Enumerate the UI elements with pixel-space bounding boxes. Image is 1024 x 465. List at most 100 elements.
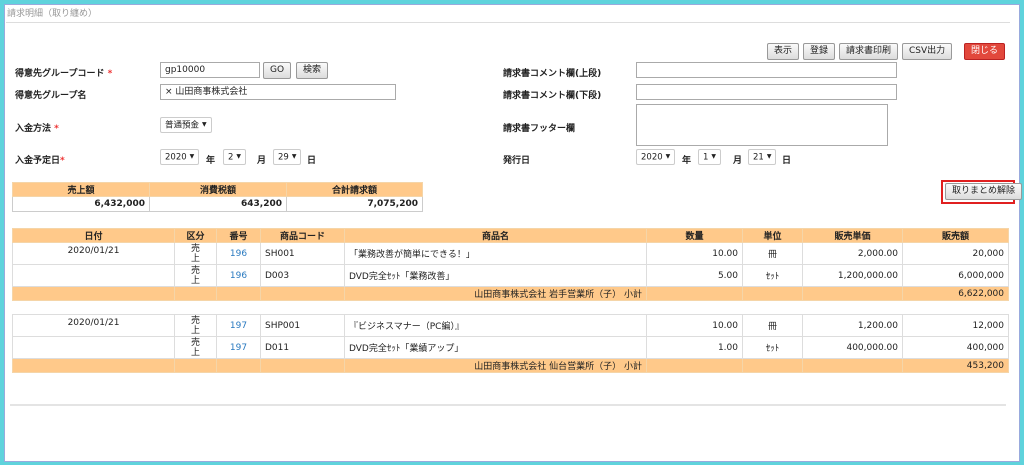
subtotal-empty-cell — [742, 286, 803, 301]
table-row: 売上 197 D011 DVD完全ｾｯﾄ「業績アップ」 1.00 ｾｯﾄ 400,000.0… — [12, 336, 1009, 359]
group-code-label-text: 得意先グループコード — [15, 69, 105, 79]
col-no: 番号 — [216, 228, 261, 243]
register-button[interactable]: 登録 — [803, 43, 836, 60]
issue-date-label: 発行日 — [503, 156, 531, 166]
product-name-cell: 『ビジネスマナー（PC編）』 — [344, 314, 647, 337]
month-unit: 月 — [257, 156, 267, 166]
col-price: 販売単価 — [802, 228, 903, 243]
comment-lower-label: 請求書コメント欄(下段) — [503, 91, 602, 101]
qty-cell: 10.00 — [646, 314, 743, 337]
kubun-label: 売上 — [190, 337, 200, 358]
unit-cell: 冊 — [742, 242, 803, 265]
qty-cell: 5.00 — [646, 264, 743, 287]
payment-method-select[interactable]: 普通預金 ▼ — [160, 117, 212, 133]
issue-year-select[interactable]: 2020 ▼ — [636, 149, 676, 165]
detail-table: 日付 区分 番号 商品コード 商品名 数量 単位 販売単価 販売額 2020/0… — [12, 228, 1009, 373]
kubun-label: 売上 — [190, 265, 200, 286]
subtotal-amount: 6,622,000 — [902, 286, 1009, 301]
payment-month-value: 2 — [228, 152, 234, 163]
unlink-button[interactable]: 取りまとめ解除 — [945, 183, 1023, 200]
group-name-field[interactable]: × 山田商事株式会社 — [160, 84, 396, 100]
subtotal-empty-cell — [260, 286, 345, 301]
invoice-no-link[interactable]: 196 — [216, 242, 261, 265]
total-header: 合計請求額 — [286, 182, 423, 197]
month-unit: 月 — [733, 156, 743, 166]
spacer-cell — [12, 300, 1009, 315]
amount-cell: 6,000,000 — [902, 264, 1009, 287]
price-cell: 2,000.00 — [802, 242, 903, 265]
divider — [10, 404, 1006, 406]
subtotal-amount: 453,200 — [902, 358, 1009, 373]
payment-day-value: 29 — [278, 152, 289, 163]
caret-down-icon: ▼ — [711, 153, 717, 160]
date-cell — [12, 336, 175, 359]
invoice-no-link[interactable]: 197 — [216, 314, 261, 337]
sales-total: 6,432,000 — [12, 196, 150, 212]
payment-year-value: 2020 — [165, 152, 187, 163]
kubun-label: 売上 — [190, 315, 200, 336]
group-code-input[interactable]: gp10000 — [160, 62, 260, 78]
kubun-cell: 売上 — [174, 336, 217, 359]
table-row: 2020/01/21 売上 197 SHP001 『ビジネスマナー（PC編）』 10.00… — [12, 314, 1009, 337]
kubun-label: 売上 — [190, 243, 200, 264]
show-button[interactable]: 表示 — [767, 43, 800, 60]
unit-cell: ｾｯﾄ — [742, 264, 803, 287]
payment-method-value: 普通預金 — [165, 120, 200, 131]
invoice-no-link[interactable]: 196 — [216, 264, 261, 287]
day-unit: 日 — [782, 156, 792, 166]
col-kubun: 区分 — [174, 228, 217, 243]
payment-method-label: 入金方法 * — [15, 121, 59, 134]
subtotal-row: 山田商事株式会社 岩手営業所（子） 小計 6,622,000 — [12, 286, 1009, 301]
subtotal-empty-cell — [174, 286, 217, 301]
invoice-no-link[interactable]: 197 — [216, 336, 261, 359]
date-cell: 2020/01/21 — [12, 242, 175, 265]
comment-upper-input[interactable] — [636, 62, 897, 78]
product-code-cell: SHP001 — [260, 314, 345, 337]
caret-down-icon: ▼ — [189, 153, 195, 160]
subtotal-row: 山田商事株式会社 仙台営業所（子） 小計 453,200 — [12, 358, 1009, 373]
subtotal-empty-cell — [174, 358, 217, 373]
day-unit: 日 — [307, 156, 317, 166]
product-code-cell: D003 — [260, 264, 345, 287]
product-name-cell: 「業務改善が簡単にできる！」 — [344, 242, 647, 265]
subtotal-empty-cell — [742, 358, 803, 373]
qty-cell: 10.00 — [646, 242, 743, 265]
qty-cell: 1.00 — [646, 336, 743, 359]
payment-year-select[interactable]: 2020 ▼ — [160, 149, 200, 165]
csv-export-button[interactable]: CSV出力 — [902, 43, 953, 60]
comment-upper-label: 請求書コメント欄(上段) — [503, 69, 602, 79]
page-title: 請求明細（取り纏め） — [7, 9, 98, 19]
subtotal-empty-cell — [260, 358, 345, 373]
product-code-cell: SH001 — [260, 242, 345, 265]
grand-total: 7,075,200 — [286, 196, 423, 212]
print-invoice-button[interactable]: 請求書印刷 — [839, 43, 899, 60]
unit-cell: 冊 — [742, 314, 803, 337]
kubun-cell: 売上 — [174, 242, 217, 265]
subtotal-empty-cell — [216, 358, 261, 373]
required-mark: * — [60, 156, 65, 166]
subtotal-empty-cell — [646, 286, 743, 301]
amount-cell: 12,000 — [902, 314, 1009, 337]
col-date: 日付 — [12, 228, 175, 243]
comment-lower-input[interactable] — [636, 84, 897, 100]
subtotal-empty-cell — [216, 286, 261, 301]
go-button[interactable]: GO — [263, 62, 292, 79]
subtotal-empty-cell — [802, 358, 903, 373]
payment-month-select[interactable]: 2 ▼ — [223, 149, 247, 165]
footer-textarea[interactable] — [636, 104, 888, 146]
table-row: 2020/01/21 売上 196 SH001 「業務改善が簡単にできる！」 10.00 冊… — [12, 242, 1009, 265]
issue-month-value: 1 — [703, 152, 709, 163]
payment-day-select[interactable]: 29 ▼ — [273, 149, 302, 165]
subtotal-empty-cell — [802, 286, 903, 301]
table-row: 売上 196 D003 DVD完全ｾｯﾄ「業務改善」 5.00 ｾｯﾄ 1,200,000.… — [12, 264, 1009, 287]
close-button[interactable]: 閉じる — [964, 43, 1006, 60]
issue-month-select[interactable]: 1 ▼ — [698, 149, 722, 165]
date-cell: 2020/01/21 — [12, 314, 175, 337]
search-button[interactable]: 検索 — [296, 62, 329, 79]
year-unit: 年 — [682, 156, 692, 166]
group-code-label: 得意先グループコード * — [15, 66, 112, 79]
issue-day-select[interactable]: 21 ▼ — [748, 149, 777, 165]
product-name-cell: DVD完全ｾｯﾄ「業務改善」 — [344, 264, 647, 287]
caret-down-icon: ▼ — [202, 121, 207, 128]
payment-date-label: 入金予定日* — [15, 153, 65, 166]
